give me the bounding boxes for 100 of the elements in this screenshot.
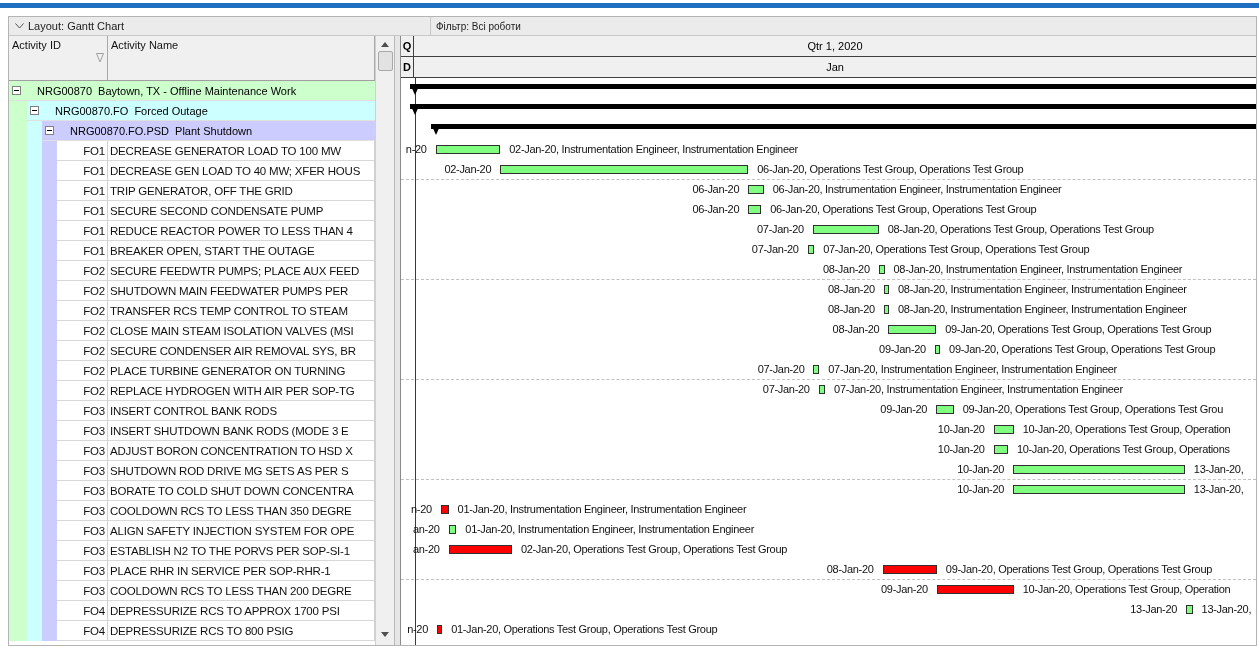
finish-label: 07-Jan-20, Operations Test Group, Operations Test Group	[823, 243, 1090, 255]
start-date-label: 09-Jan-20	[881, 583, 928, 595]
activity-bar[interactable]	[748, 205, 762, 214]
start-date-label: 13-Jan-20	[1130, 603, 1178, 615]
finish-label: 13-Jan-20,	[1201, 603, 1252, 615]
activity-id-cell: FO3	[57, 481, 108, 501]
wbs-row[interactable]: NRG00870 Baytown, TX - Offline Maintenance Work	[9, 81, 375, 101]
activity-bar[interactable]	[435, 145, 501, 154]
tree-indent-band	[42, 621, 57, 641]
activity-id-cell: FO1	[57, 221, 108, 241]
collapse-icon[interactable]	[12, 86, 21, 95]
start-date-label: 06-Jan-20	[692, 203, 740, 215]
tree-indent-band	[42, 141, 57, 161]
start-date-label: 07-Jan-20	[762, 383, 810, 395]
activity-bar[interactable]	[1013, 485, 1185, 494]
activity-bar[interactable]	[813, 365, 820, 374]
activity-bar[interactable]	[500, 165, 749, 174]
activity-id-cell: FO4	[57, 601, 108, 621]
activity-bar[interactable]	[818, 385, 826, 394]
finish-label: 07-Jan-20, Instrumentation Engineer, Instrumentation Engineer	[828, 363, 1117, 375]
wbs-row[interactable]: NRG00870.FO.PSD Plant Shutdown	[42, 121, 375, 141]
activity-bar[interactable]	[888, 325, 937, 334]
finish-label: 10-Jan-20, Operations Test Group, Operation	[1022, 423, 1231, 435]
activity-bar[interactable]	[440, 505, 449, 514]
activity-bar[interactable]	[883, 285, 890, 294]
finish-label: 08-Jan-20, Operations Test Group, Operations Test Group	[887, 223, 1154, 235]
activity-id-cell: FO1	[57, 181, 108, 201]
scrollbar[interactable]	[375, 36, 394, 645]
activity-name-cell: ALIGN SAFETY INJECTION SYSTEM FOR OPE	[108, 521, 375, 541]
activity-name-cell: COOLDOWN RCS TO LESS THAN 200 DEGRE	[108, 581, 375, 601]
wbs-name: Baytown, TX - Offline Maintenance Work	[98, 84, 297, 97]
tree-indent-band	[27, 121, 42, 141]
finish-label: 08-Jan-20, Instrumentation Engineer, Instrumentation Engineer	[898, 283, 1187, 295]
activity-id-cell: FO3	[57, 521, 108, 541]
activity-name-cell: PLACE TURBINE GENERATOR ON TURNING	[108, 361, 375, 381]
layout-bar[interactable]: Layout: Gantt Chart	[9, 17, 430, 35]
activity-id-cell: FO3	[57, 561, 108, 581]
activity-bar[interactable]	[807, 245, 815, 254]
activity-bar[interactable]	[934, 345, 941, 354]
activity-bar[interactable]	[812, 225, 879, 234]
start-date-label: 10-Jan-20	[957, 483, 1005, 495]
month-label: Jan	[825, 60, 845, 75]
activity-id-cell: FO2	[57, 261, 108, 281]
activity-name-cell: TRIP GENERATOR, OFF THE GRID	[108, 181, 375, 201]
scroll-down-icon[interactable]	[381, 632, 389, 637]
activity-bar[interactable]	[936, 405, 954, 414]
start-date-label: 02-Jan-20	[444, 163, 492, 175]
activity-id-cell: FO3	[57, 421, 108, 441]
wbs-name: Forced Outage	[134, 104, 208, 117]
tree-indent-band	[9, 621, 27, 641]
activity-bar[interactable]	[1013, 465, 1185, 474]
activity-name-cell: INSERT CONTROL BANK RODS	[108, 401, 375, 421]
finish-label: 02-Jan-20, Instrumentation Engineer, Instrumentation Engineer	[509, 143, 798, 155]
activity-name-cell: SHUTDOWN MAIN FEEDWATER PUMPS PER	[108, 281, 375, 301]
wbs-id: NRG00870.FO	[55, 104, 129, 117]
activity-id-cell: FO2	[57, 321, 108, 341]
start-date-label: 10-Jan-20	[957, 463, 1005, 475]
wbs-id: NRG00870	[37, 84, 93, 97]
sort-icon	[96, 53, 104, 63]
start-date-label: 08-Jan-20	[826, 563, 874, 575]
finish-label: 10-Jan-20, Operations Test Group, Operations	[1016, 443, 1230, 455]
start-date-label: 08-Jan-20	[832, 323, 880, 335]
wbs-name: Plant Shutdown	[175, 124, 253, 137]
scrollbar-thumb[interactable]	[377, 51, 393, 71]
start-date-label: 07-Jan-20	[757, 363, 805, 375]
activity-id-cell: FO3	[57, 461, 108, 481]
activity-name-cell: DEPRESSURIZE RCS TO 800 PSIG	[108, 621, 375, 641]
activity-bar[interactable]	[1186, 605, 1193, 614]
activity-id-cell: FO1	[57, 161, 108, 181]
activity-bar[interactable]	[436, 625, 443, 634]
activity-name-cell: INSERT SHUTDOWN BANK RODS (MODE 3 E	[108, 421, 375, 441]
activity-bar[interactable]	[448, 525, 457, 534]
collapse-icon[interactable]	[30, 106, 39, 115]
finish-label: 08-Jan-20, Instrumentation Engineer, Instrumentation Engineer	[898, 303, 1187, 315]
start-date-label: 09-Jan-20	[880, 403, 928, 415]
tree-indent-band	[27, 621, 42, 641]
scroll-up-icon[interactable]	[381, 42, 389, 47]
column-header[interactable]: Activity ID	[9, 36, 108, 80]
collapse-icon[interactable]	[45, 126, 54, 135]
activity-id-cell: FO1	[57, 201, 108, 221]
activity-name-cell: REDUCE REACTOR POWER TO LESS THAN 4	[108, 221, 375, 241]
finish-label: 02-Jan-20, Operations Test Group, Operations Test Group	[520, 543, 788, 555]
finish-label: 09-Jan-20, Operations Test Group, Operations Test Group	[949, 343, 1216, 355]
activity-bar[interactable]	[748, 185, 764, 194]
finish-label: 06-Jan-20, Operations Test Group, Operations Test Group	[757, 163, 1024, 175]
activity-bar[interactable]	[993, 425, 1014, 434]
activity-bar[interactable]	[878, 265, 885, 274]
activity-bar[interactable]	[993, 445, 1008, 454]
start-date-label: 07-Jan-20	[757, 223, 804, 235]
activity-id-cell: FO2	[57, 301, 108, 321]
filter-label: Фільтр: Всі роботи	[436, 20, 521, 32]
activity-id-cell: FO3	[57, 401, 108, 421]
wbs-row[interactable]: NRG00870.FO Forced Outage	[27, 101, 375, 121]
finish-label: 08-Jan-20, Instrumentation Engineer, Instrumentation Engineer	[893, 263, 1183, 275]
activity-id-cell: FO2	[57, 281, 108, 301]
finish-label: 09-Jan-20, Operations Test Group, Operations Test Group	[945, 323, 1212, 335]
activity-name-cell: REPLACE HYDROGEN WITH AIR PER SOP-TG	[108, 381, 375, 401]
activity-id-cell: FO3	[57, 581, 108, 601]
splitter[interactable]	[394, 36, 401, 645]
activity-bar[interactable]	[883, 305, 890, 314]
